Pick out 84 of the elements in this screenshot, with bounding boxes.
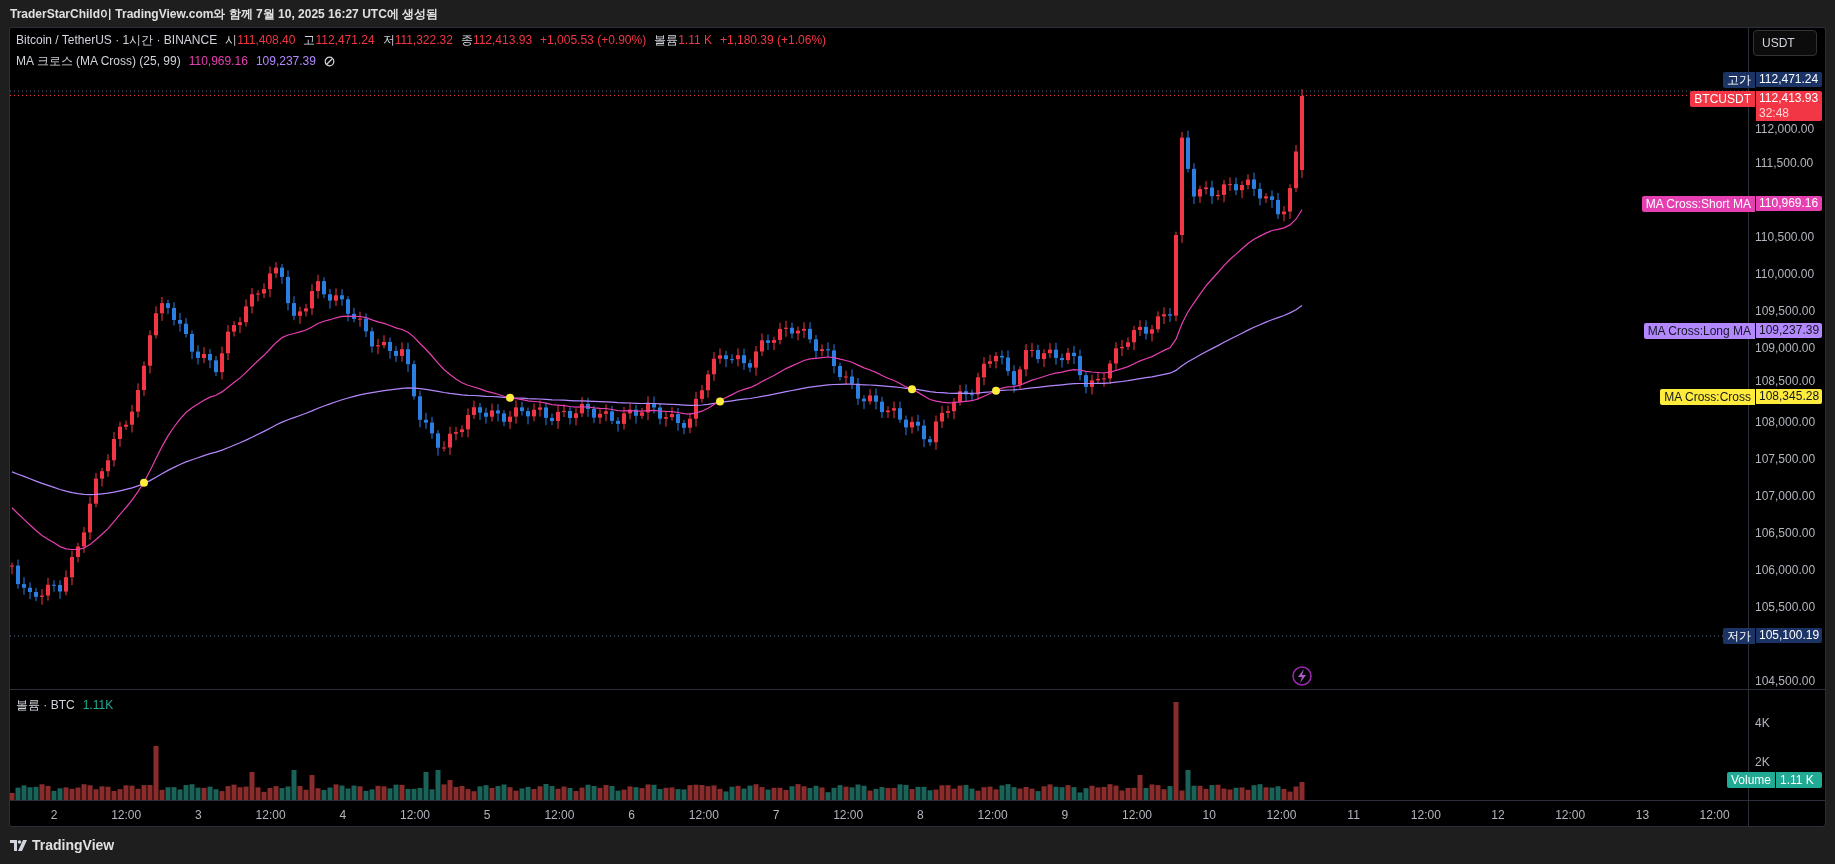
tag-label: MA Cross:Long MA xyxy=(1643,323,1755,339)
price-tick: 104,500.00 xyxy=(1755,674,1816,688)
time-tick: 6 xyxy=(628,807,635,824)
time-tick: 2 xyxy=(50,807,58,824)
volume-change: +1,180.39 (+1.06%) xyxy=(719,32,827,49)
cross-dot xyxy=(716,397,724,406)
price-tick: 106,000.00 xyxy=(1755,563,1816,577)
cross-dot xyxy=(908,385,916,394)
indicator-value: 109,237.39 xyxy=(255,53,316,70)
price-tick: 108,000.00 xyxy=(1755,415,1816,429)
price-tick: 109,500.00 xyxy=(1755,304,1816,318)
tag-label: 고가 xyxy=(1723,72,1755,88)
volume-pane-title: 볼륨 · BTC xyxy=(16,697,75,714)
chart-caption: TraderStarChild이 TradingView.com와 함께 7월 10, 2025 16:27 UTC에 생성됨 xyxy=(10,5,439,23)
time-tick: 12:00 xyxy=(1122,807,1152,824)
time-tick: 12:00 xyxy=(544,807,575,824)
price-tick: 110,500.00 xyxy=(1755,230,1815,244)
time-tick: 12:00 xyxy=(1410,807,1441,824)
volume-tick: 4K xyxy=(1755,716,1770,730)
price-tick: 109,000.00 xyxy=(1755,341,1816,355)
time-tick: 9 xyxy=(1061,807,1069,824)
price-value: 110,969.16 xyxy=(1759,196,1819,211)
time-tick: 12:00 xyxy=(400,807,430,824)
volume-tick: 2K xyxy=(1755,755,1770,769)
brand-name: TradingView xyxy=(32,835,115,855)
time-tick: 12:00 xyxy=(111,807,142,824)
lightning-icon[interactable] xyxy=(1292,666,1312,686)
price-tick: 107,500.00 xyxy=(1755,452,1816,466)
tag-label: 저가 xyxy=(1723,628,1755,644)
price-tick: 107,000.00 xyxy=(1755,489,1816,503)
price-tick: 108,500.00 xyxy=(1755,374,1816,388)
symbol-title: Bitcoin / TetherUS · 1시간 · BINANCE xyxy=(16,32,218,49)
price-change: +1,005.53 (+0.90%) xyxy=(540,32,647,49)
ohlc-label: 고 xyxy=(303,32,316,49)
ohlc-value: 112,471.24 xyxy=(315,32,375,49)
countdown-text: 32:48 xyxy=(1759,106,1791,121)
volume-value: 1.11 K xyxy=(678,32,712,49)
price-tick: 111,500.00 xyxy=(1755,156,1814,170)
cross-dot xyxy=(506,393,514,402)
ohlc-value: 112,413.93 xyxy=(472,32,533,49)
price-value: 112,471.24 xyxy=(1759,72,1819,87)
volume-pane-value: 1.11K xyxy=(82,697,114,714)
time-tick: 13 xyxy=(1635,807,1650,824)
price-value: 109,237.39 xyxy=(1759,323,1819,338)
price-value: 112,413.93 xyxy=(1759,91,1819,106)
price-tick: 110,000.00 xyxy=(1755,267,1815,281)
cross-dot xyxy=(992,386,1000,395)
tag-label: Volume xyxy=(1726,772,1775,788)
time-tick: 10 xyxy=(1202,807,1216,824)
time-tick: 12:00 xyxy=(1266,807,1297,824)
tag-label: BTCUSDT xyxy=(1690,91,1755,107)
volume-tag-value: 1.11 K xyxy=(1776,772,1822,788)
indicator-name: MA 크로스 (MA Cross) (25, 99) xyxy=(16,53,181,70)
tag-label: MA Cross:Short MA xyxy=(1641,196,1755,212)
price-tick: 105,500.00 xyxy=(1755,600,1816,614)
time-tick: 11 xyxy=(1347,807,1360,824)
time-tick: 12:00 xyxy=(688,807,719,824)
logo-icon xyxy=(10,839,28,851)
time-tick: 4 xyxy=(339,807,347,824)
hidden-icon[interactable] xyxy=(323,55,335,67)
ohlc-value: 111,408.40 xyxy=(237,32,296,49)
time-tick: 3 xyxy=(195,807,202,824)
volume-label: 볼륨 xyxy=(654,32,679,49)
time-tick: 7 xyxy=(772,807,780,824)
tag-label: MA Cross:Cross xyxy=(1660,389,1755,405)
time-tick: 12:00 xyxy=(977,807,1008,824)
time-tick: 12:00 xyxy=(833,807,864,824)
time-tick: 12:00 xyxy=(255,807,286,824)
cross-dot xyxy=(140,478,148,487)
ohlc-label: 저 xyxy=(382,32,395,49)
price-tick: 112,000.00 xyxy=(1755,122,1815,136)
time-tick: 5 xyxy=(483,807,491,824)
price-value: 105,100.19 xyxy=(1759,628,1819,643)
ohlc-label: 종 xyxy=(460,32,473,49)
currency-button[interactable]: USDT xyxy=(1753,30,1817,56)
time-tick: 8 xyxy=(917,807,924,824)
ohlc-label: 시 xyxy=(225,32,238,49)
indicator-value: 110,969.16 xyxy=(188,53,248,70)
time-tick: 12 xyxy=(1491,807,1505,824)
time-tick: 12:00 xyxy=(1555,807,1586,824)
time-tick: 12:00 xyxy=(1699,807,1730,824)
price-value: 108,345.28 xyxy=(1759,389,1819,404)
price-tick: 106,500.00 xyxy=(1755,526,1816,540)
ohlc-value: 111,322.32 xyxy=(394,32,453,49)
